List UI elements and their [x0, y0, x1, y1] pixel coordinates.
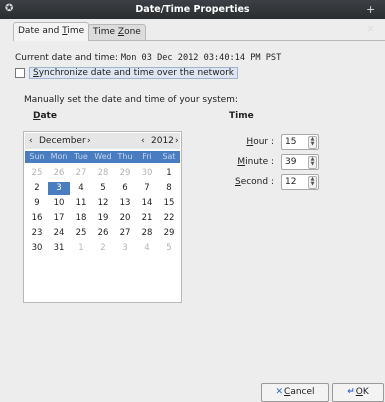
- ok-return-icon: ↵: [347, 387, 355, 397]
- calendar-day[interactable]: 3: [114, 242, 136, 255]
- calendar-day[interactable]: 30: [26, 242, 48, 255]
- calendar-day[interactable]: 4: [136, 242, 158, 255]
- spin-arrows-icon[interactable]: ▲ ▼: [308, 176, 317, 189]
- cancel-button-label: Cancel: [284, 387, 315, 397]
- calendar-day[interactable]: 26: [92, 227, 114, 240]
- weekday-label: Sat: [162, 152, 176, 161]
- calendar-day[interactable]: 7: [136, 182, 158, 195]
- weekday-label: Mon: [50, 152, 68, 161]
- calendar-day[interactable]: 8: [158, 182, 180, 195]
- cancel-x-icon: ✕: [275, 387, 284, 397]
- calendar-day[interactable]: 17: [48, 212, 70, 225]
- second-value: 12: [285, 177, 297, 187]
- calendar-day[interactable]: 27: [70, 167, 92, 180]
- hour-spinner[interactable]: 15 ▲ ▼: [281, 134, 319, 150]
- calendar-day[interactable]: 28: [92, 167, 114, 180]
- calendar-day[interactable]: 26: [48, 167, 70, 180]
- calendar-day[interactable]: 24: [48, 227, 70, 240]
- calendar-day[interactable]: 9: [26, 197, 48, 210]
- calendar-day[interactable]: 29: [158, 227, 180, 240]
- second-spinner[interactable]: 12 ▲ ▼: [281, 174, 319, 190]
- weekday-label: Fri: [142, 152, 152, 161]
- weekday-label: Thu: [117, 152, 133, 161]
- calendar-day[interactable]: 15: [158, 197, 180, 210]
- sync-checkbox-label[interactable]: Synchronize date and time over the netwo…: [29, 67, 238, 79]
- calendar-day[interactable]: 18: [70, 212, 92, 225]
- next-year-button[interactable]: ›: [175, 133, 179, 149]
- close-icon[interactable]: + ×: [366, 0, 385, 38]
- calendar-day[interactable]: 11: [70, 197, 92, 210]
- manual-set-label: Manually set the date and time of your s…: [24, 95, 238, 105]
- sync-row[interactable]: Synchronize date and time over the netwo…: [15, 67, 238, 79]
- month-label: December: [39, 136, 86, 146]
- calendar-nav: ‹ December › ‹ 2012 ›: [25, 133, 180, 149]
- spin-arrows-icon[interactable]: ▲ ▼: [308, 156, 317, 169]
- minute-label: Minute :: [237, 157, 274, 167]
- weekday-label: Sun: [29, 152, 45, 161]
- tab-date-and-time[interactable]: Date and Time: [13, 22, 90, 41]
- ok-button[interactable]: ↵OK: [332, 383, 384, 402]
- calendar-day[interactable]: 25: [26, 167, 48, 180]
- prev-month-button[interactable]: ‹: [29, 133, 33, 149]
- calendar-day[interactable]: 2: [92, 242, 114, 255]
- calendar-day[interactable]: 5: [158, 242, 180, 255]
- calendar-day[interactable]: 28: [136, 227, 158, 240]
- cancel-button[interactable]: ✕Cancel: [261, 383, 329, 402]
- tab-label: Time Zone: [93, 27, 141, 37]
- current-datetime-row: Current date and time: Mon 03 Dec 2012 0…: [15, 53, 281, 63]
- calendar-day[interactable]: 1: [158, 167, 180, 180]
- next-month-button[interactable]: ›: [87, 133, 91, 149]
- calendar-day[interactable]: 4: [70, 182, 92, 195]
- calendar-day[interactable]: 5: [92, 182, 114, 195]
- hour-value: 15: [285, 137, 297, 147]
- sync-checkbox[interactable]: [15, 68, 25, 78]
- calendar-day[interactable]: 19: [92, 212, 114, 225]
- calendar-day[interactable]: 3: [48, 182, 70, 195]
- window-title: Date/Time Properties: [135, 4, 250, 15]
- second-label: Second :: [234, 177, 274, 187]
- calendar-day[interactable]: 10: [48, 197, 70, 210]
- calendar-day[interactable]: 31: [48, 242, 70, 255]
- calendar-day[interactable]: 23: [26, 227, 48, 240]
- calendar-day[interactable]: 21: [136, 212, 158, 225]
- current-datetime-value: Mon 03 Dec 2012 03:40:14 PM PST: [120, 53, 282, 63]
- calendar-day[interactable]: 30: [136, 167, 158, 180]
- calendar[interactable]: ‹ December › ‹ 2012 › Sun Mon Tue Wed Thu Fri…: [23, 131, 182, 303]
- calendar-day[interactable]: 2: [26, 182, 48, 195]
- weekday-header: Sun Mon Tue Wed Thu Fri Sat: [25, 151, 180, 163]
- calendar-day[interactable]: 27: [114, 227, 136, 240]
- calendar-day[interactable]: 12: [92, 197, 114, 210]
- calendar-day[interactable]: 29: [114, 167, 136, 180]
- calendar-day[interactable]: 22: [158, 212, 180, 225]
- current-datetime-label: Current date and time:: [15, 53, 118, 63]
- minute-value: 39: [285, 157, 297, 167]
- weekday-label: Tue: [74, 152, 88, 161]
- calendar-day[interactable]: 1: [70, 242, 92, 255]
- calendar-day[interactable]: 13: [114, 197, 136, 210]
- time-header: Time: [229, 111, 254, 121]
- spin-arrows-icon[interactable]: ▲ ▼: [308, 136, 317, 149]
- year-label: 2012: [151, 136, 174, 146]
- prev-year-button[interactable]: ‹: [141, 133, 145, 149]
- date-header: Date: [33, 111, 57, 121]
- calendar-day[interactable]: 6: [114, 182, 136, 195]
- weekday-label: Wed: [94, 152, 112, 161]
- calendar-day[interactable]: 14: [136, 197, 158, 210]
- calendar-day[interactable]: 25: [70, 227, 92, 240]
- calendar-day[interactable]: 20: [114, 212, 136, 225]
- hour-label: Hour :: [246, 137, 274, 147]
- tab-label: Date and Time: [18, 26, 85, 36]
- ok-button-label: OK: [355, 387, 369, 397]
- tab-time-zone[interactable]: Time Zone: [88, 24, 146, 40]
- minute-spinner[interactable]: 39 ▲ ▼: [281, 154, 319, 170]
- title-bar: ✪ Date/Time Properties + ×: [0, 0, 385, 35]
- calendar-day[interactable]: 16: [26, 212, 48, 225]
